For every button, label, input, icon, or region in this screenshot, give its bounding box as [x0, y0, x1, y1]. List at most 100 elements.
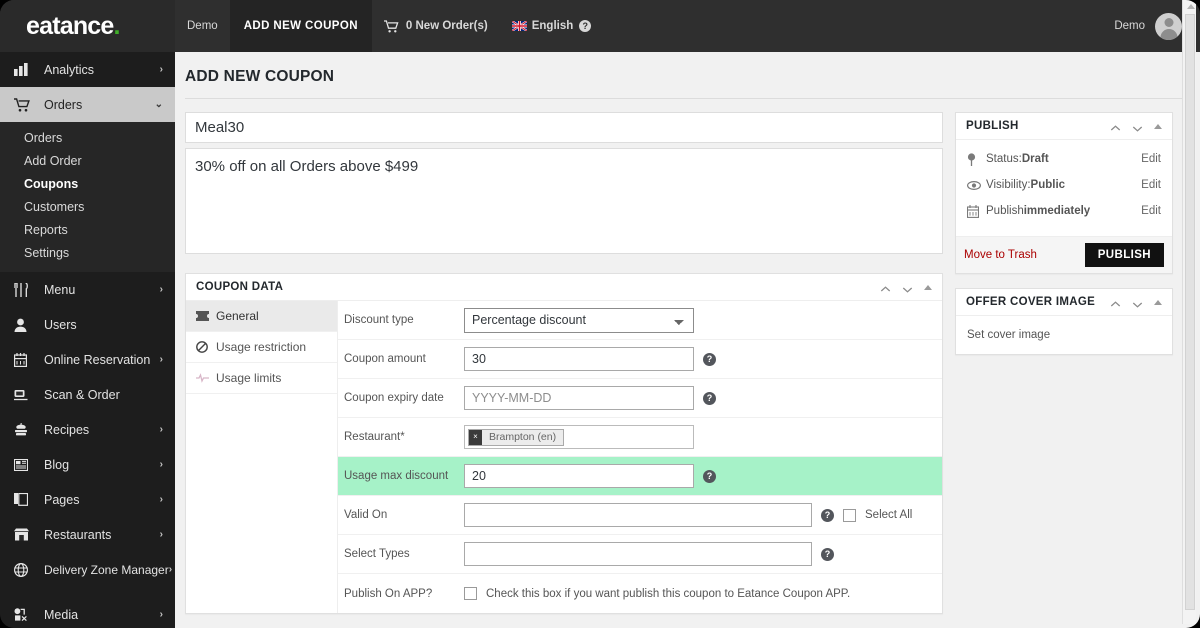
chevron-up-icon[interactable] — [1110, 121, 1121, 132]
logo-text: eatance — [26, 11, 114, 40]
usage-max-discount-input[interactable] — [464, 464, 694, 488]
chevron-down-icon[interactable] — [1132, 121, 1143, 132]
field-label: Publish On APP? — [344, 587, 433, 600]
scrollbar-thumb[interactable] — [1185, 14, 1195, 610]
sidebar-label: Media — [44, 607, 79, 622]
nav-site-name[interactable]: Demo — [175, 0, 230, 52]
sidebar-item-scan-and-order[interactable]: Scan & Order — [0, 377, 175, 412]
sidebar-item-users[interactable]: Users — [0, 307, 175, 342]
publish-panel: PUBLISH Status: Draft Edit Visibility: P… — [955, 112, 1173, 274]
chevron-up-icon[interactable] — [1110, 297, 1121, 308]
edit-schedule-link[interactable]: Edit — [1141, 205, 1161, 217]
set-cover-image-link[interactable]: Set cover image — [956, 316, 1172, 354]
sidebar-item-media[interactable]: Media › — [0, 597, 175, 628]
sidebar-subitem-coupons[interactable]: Coupons — [0, 172, 175, 195]
coupon-data-title: COUPON DATA — [196, 281, 284, 293]
collapse-toggle-icon[interactable] — [1154, 299, 1162, 305]
edit-visibility-link[interactable]: Edit — [1141, 179, 1161, 191]
chevron-up-icon[interactable] — [880, 282, 891, 293]
sidebar-subitem-customers[interactable]: Customers — [0, 195, 175, 218]
chevron-down-icon[interactable] — [902, 282, 913, 293]
panel-controls — [1110, 121, 1162, 132]
sidebar-item-analytics[interactable]: Analytics › — [0, 52, 175, 87]
top-navbar: eatance. Demo ADD NEW COUPON 0 New Order… — [0, 0, 1200, 52]
publish-on-app-checkbox[interactable] — [464, 587, 477, 600]
help-icon[interactable]: ? — [579, 20, 592, 32]
tab-usage-restriction[interactable]: Usage restriction — [186, 332, 337, 363]
remove-tag-icon[interactable]: × — [469, 429, 482, 445]
select-types-input[interactable] — [464, 542, 812, 566]
tab-label: Usage limits — [216, 371, 282, 385]
valid-on-input[interactable] — [464, 503, 812, 527]
nav-current-page[interactable]: ADD NEW COUPON — [229, 0, 372, 52]
vertical-scrollbar[interactable] — [1182, 0, 1196, 624]
globe-icon — [14, 562, 36, 577]
help-icon[interactable]: ? — [703, 391, 716, 405]
move-to-trash-link[interactable]: Move to Trash — [964, 249, 1037, 261]
sidebar-item-delivery-zone-manager[interactable]: Delivery Zone Manager › — [0, 552, 175, 587]
help-icon[interactable]: ? — [703, 352, 716, 366]
tab-usage-limits[interactable]: Usage limits — [186, 363, 337, 394]
chevron-right-icon: › — [159, 354, 163, 365]
publish-button[interactable]: PUBLISH — [1084, 243, 1164, 267]
sidebar-subitem-orders[interactable]: Orders — [0, 126, 175, 149]
schedule-label: Publish — [986, 205, 1024, 217]
help-icon[interactable]: ? — [821, 508, 834, 522]
tab-general[interactable]: General — [186, 301, 337, 332]
field-row-coupon-amount: Coupon amount ? — [338, 340, 942, 379]
publish-footer: Move to Trash PUBLISH — [956, 236, 1172, 273]
nav-new-orders-label: 0 New Order(s) — [405, 20, 488, 32]
field-label: Coupon amount — [344, 353, 426, 365]
sidebar-label: Scan & Order — [44, 387, 120, 402]
publish-row-visibility: Visibility: Public Edit — [967, 174, 1161, 196]
collapse-toggle-icon[interactable] — [924, 284, 932, 290]
field-row-coupon-expiry-date: Coupon expiry date ? — [338, 379, 942, 418]
avatar[interactable] — [1155, 12, 1182, 40]
publish-row-status: Status: Draft Edit — [967, 148, 1161, 170]
coupon-description-input[interactable]: 30% off on all Orders above $499 — [185, 148, 943, 254]
sidebar-item-menu[interactable]: Menu › — [0, 272, 175, 307]
sidebar-item-restaurants[interactable]: Restaurants › — [0, 517, 175, 552]
panel-controls — [1110, 297, 1162, 308]
calendar-icon — [14, 352, 36, 367]
sidebar-item-orders[interactable]: Orders ⌄ — [0, 87, 175, 122]
calendar-icon — [967, 204, 986, 218]
scroll-up-icon[interactable] — [1187, 4, 1195, 9]
sidebar-subitem-add-order[interactable]: Add Order — [0, 149, 175, 172]
visibility-value: Public — [1030, 179, 1066, 191]
cutlery-icon — [14, 282, 36, 297]
coupon-code-input[interactable] — [185, 112, 943, 143]
chevron-down-icon[interactable] — [1132, 297, 1143, 308]
cake-icon — [14, 423, 36, 436]
collapse-toggle-icon[interactable] — [1154, 123, 1162, 129]
publish-panel-header: PUBLISH — [956, 113, 1172, 140]
cover-image-header: OFFER COVER IMAGE — [956, 289, 1172, 316]
uk-flag-icon — [511, 21, 527, 31]
ticket-icon — [196, 311, 216, 321]
help-icon[interactable]: ? — [703, 469, 716, 483]
sidebar-item-blog[interactable]: Blog › — [0, 447, 175, 482]
field-row-valid-on: Valid On ? Select All — [338, 496, 942, 535]
nav-language[interactable]: English ? — [500, 0, 604, 52]
select-all-checkbox[interactable] — [843, 508, 856, 522]
sidebar-subitem-settings[interactable]: Settings — [0, 241, 175, 264]
edit-status-link[interactable]: Edit — [1141, 153, 1161, 165]
restaurant-select[interactable]: × Brampton (en) — [464, 425, 694, 449]
sidebar-subitem-reports[interactable]: Reports — [0, 218, 175, 241]
coupon-data-fields: Discount type Percentage discount Fixed … — [338, 301, 942, 613]
help-icon[interactable]: ? — [821, 547, 834, 561]
coupon-expiry-date-input[interactable] — [464, 386, 694, 410]
sidebar-item-pages[interactable]: Pages › — [0, 482, 175, 517]
field-control: ? — [464, 464, 942, 488]
field-control: × Brampton (en) — [464, 425, 942, 449]
brand-logo[interactable]: eatance. — [0, 0, 175, 52]
field-control: ? — [464, 542, 942, 566]
nav-new-orders[interactable]: 0 New Order(s) — [372, 0, 500, 52]
cover-image-title: OFFER COVER IMAGE — [966, 296, 1096, 308]
sidebar-item-recipes[interactable]: Recipes › — [0, 412, 175, 447]
publish-panel-title: PUBLISH — [966, 120, 1019, 132]
coupon-amount-input[interactable] — [464, 347, 694, 371]
sidebar-item-online-reservation[interactable]: Online Reservation › — [0, 342, 175, 377]
discount-type-select[interactable]: Percentage discount Fixed cart discount … — [464, 307, 694, 333]
user-name-label[interactable]: Demo — [1114, 0, 1145, 52]
